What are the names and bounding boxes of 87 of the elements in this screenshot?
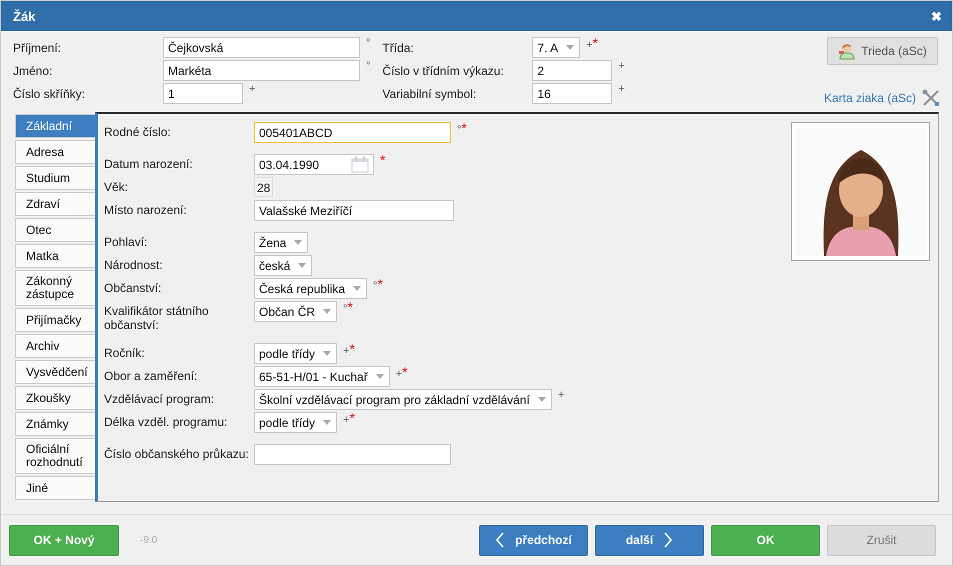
field-marker: +*	[343, 343, 355, 357]
field-marker: +*	[396, 366, 408, 380]
input-field[interactable]: Markéta	[163, 60, 360, 81]
field-label: Třída:	[382, 40, 415, 55]
dropdown-arrow-icon	[323, 420, 332, 425]
tools-icon[interactable]	[922, 89, 940, 107]
input-field[interactable]: Čejkovská	[163, 37, 360, 58]
tab[interactable]: Zdraví	[15, 192, 95, 216]
chevron-left-icon	[495, 532, 506, 548]
field-marker: °	[366, 60, 370, 72]
dropdown[interactable]: česká	[254, 255, 312, 276]
age-value: 28	[254, 177, 274, 197]
dropdown-arrow-icon	[323, 351, 332, 356]
field-label: Délka vzděl. programu:	[104, 414, 228, 429]
input-field[interactable]	[254, 444, 451, 465]
dropdown[interactable]: Občan ČR	[254, 301, 338, 322]
field-label: Příjmení:	[13, 40, 62, 55]
tab[interactable]: Přijímačky	[15, 308, 95, 332]
tab[interactable]: Vysvědčení	[15, 360, 95, 384]
field-label: Obor a zaměření:	[104, 368, 198, 383]
field-marker: °*	[457, 122, 467, 136]
tab[interactable]: Matka	[15, 244, 95, 268]
tab[interactable]: Zkoušky	[15, 386, 95, 410]
field-label: Číslo občanského průkazu:	[104, 446, 250, 461]
field-label: Kvalifikátor státního občanství:	[104, 303, 210, 332]
field-label: Datum narození:	[104, 156, 194, 171]
field-label: Vzdělávací program:	[104, 391, 216, 406]
calendar-icon	[351, 156, 369, 173]
input-field[interactable]: 16	[532, 83, 612, 104]
tab[interactable]: Zákonný zástupce	[15, 270, 95, 306]
dropdown[interactable]: podle třídy	[254, 343, 338, 364]
dropdown-arrow-icon	[298, 263, 306, 268]
field-label: Věk:	[104, 179, 130, 194]
field-marker: +	[618, 83, 625, 95]
dropdown[interactable]: Česká republika	[254, 278, 368, 299]
student-card-link[interactable]: Karta ziaka (aSc)	[824, 91, 916, 105]
field-marker: °	[366, 37, 370, 49]
tab[interactable]: Jiné	[15, 476, 95, 500]
dropdown-arrow-icon	[566, 45, 574, 50]
field-label: Pohlaví:	[104, 234, 148, 249]
dropdown[interactable]: podle třídy	[254, 412, 338, 433]
class-button[interactable]: Trieda (aSc)	[827, 37, 938, 65]
field-label: Jméno:	[13, 63, 54, 78]
tab[interactable]: Studium	[15, 166, 95, 190]
field-label: Variabilní symbol:	[382, 86, 478, 101]
field-label: Číslo skříňky:	[13, 86, 86, 101]
dropdown-arrow-icon	[294, 240, 302, 245]
field-marker: °*	[373, 278, 383, 292]
field-label: Rodné číslo:	[104, 124, 172, 139]
field-label: Ročník:	[104, 345, 146, 360]
field-label: Číslo v třídním výkazu:	[382, 63, 505, 78]
input-field[interactable]: 1	[163, 83, 243, 104]
tab[interactable]: Základní	[15, 114, 95, 138]
chevron-right-icon	[663, 532, 674, 548]
person-icon	[838, 42, 856, 60]
dropdown-arrow-icon	[353, 286, 362, 291]
input-field[interactable]: 005401ABCD	[254, 122, 451, 143]
dropdown[interactable]: Školní vzdělávací program pro základní vzdělávání	[254, 389, 552, 410]
tab[interactable]: Známky	[15, 412, 95, 436]
dropdown-arrow-icon	[538, 397, 546, 402]
field-marker: +	[618, 60, 625, 72]
input-field[interactable]: Valašské Meziříčí	[254, 200, 454, 221]
dropdown-arrow-icon	[323, 309, 332, 314]
field-marker: °*	[343, 301, 353, 315]
tab[interactable]: Oficiální rozhodnutí	[15, 438, 95, 474]
next-button[interactable]: další	[595, 524, 704, 556]
field-marker: +*	[343, 412, 355, 426]
date-field[interactable]: 03.04.1990	[254, 154, 374, 175]
tab[interactable]: Otec	[15, 218, 95, 242]
field-marker: +	[558, 389, 564, 401]
tab[interactable]: Adresa	[15, 140, 95, 164]
version-label: -9:0	[140, 534, 158, 546]
field-marker: +	[249, 83, 256, 95]
dropdown[interactable]: Žena	[254, 232, 308, 253]
dropdown-arrow-icon	[376, 374, 384, 379]
tab[interactable]: Archiv	[15, 334, 95, 358]
window-title: Žák	[13, 8, 36, 24]
input-field[interactable]: 2	[532, 60, 612, 81]
dropdown[interactable]: 65-51-H/01 - Kuchař	[254, 366, 390, 387]
close-button[interactable]: ✖	[931, 8, 942, 24]
field-label: Občanství:	[104, 280, 162, 295]
dropdown[interactable]: 7. A	[532, 37, 580, 58]
field-marker: *	[380, 154, 386, 168]
field-marker: +*	[586, 37, 598, 51]
previous-button[interactable]: předchozí	[479, 524, 588, 556]
field-label: Místo narození:	[104, 202, 188, 217]
field-label: Národnost:	[104, 257, 164, 272]
